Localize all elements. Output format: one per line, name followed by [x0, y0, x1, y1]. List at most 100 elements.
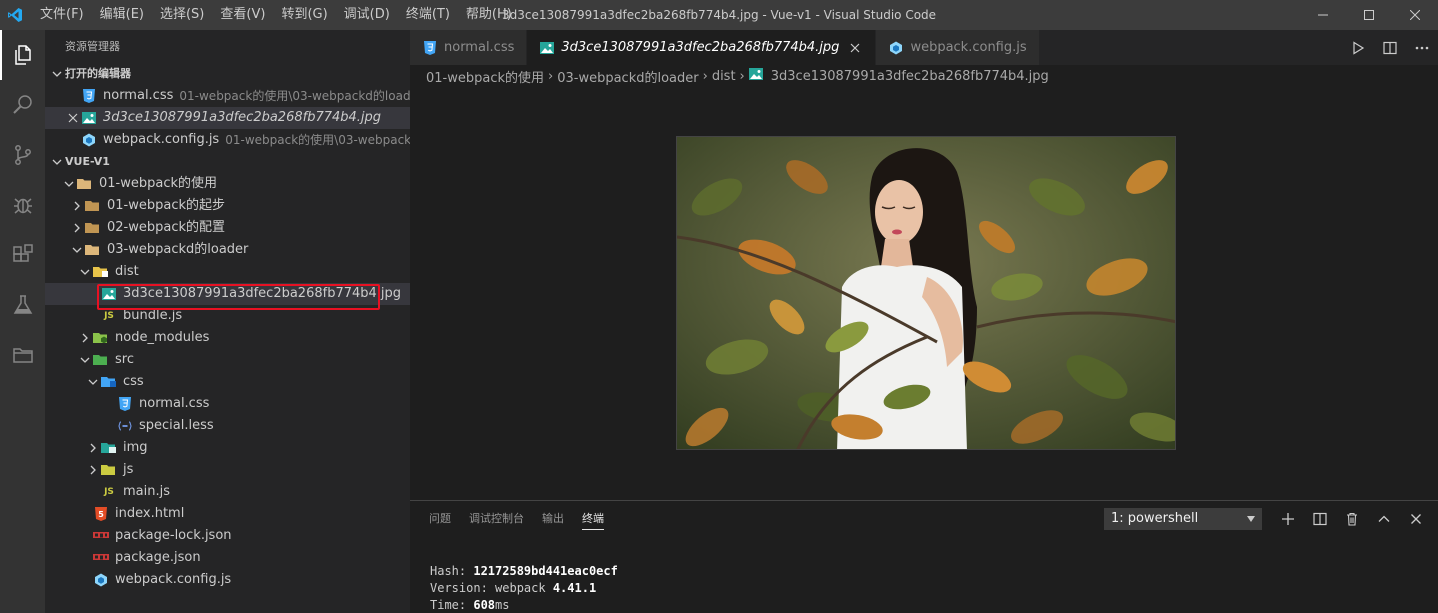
- tab-label: 输出: [542, 512, 564, 525]
- menu-go[interactable]: 转到(G): [273, 0, 335, 30]
- tab-output[interactable]: 输出: [533, 501, 573, 536]
- tree-folder-css[interactable]: css: [45, 371, 410, 393]
- img-folder-icon: [101, 440, 117, 456]
- less-file-icon: [117, 418, 133, 434]
- menu-help[interactable]: 帮助(H): [458, 0, 520, 30]
- extensions-icon[interactable]: [0, 230, 45, 280]
- js-folder-icon: [101, 462, 117, 478]
- menu-terminal[interactable]: 终端(T): [398, 0, 458, 30]
- webpack-file-icon: [93, 572, 109, 588]
- menu-bar: 文件(F) 编辑(E) 选择(S) 查看(V) 转到(G) 调试(D) 终端(T…: [32, 0, 520, 30]
- tree-label: 3d3ce13087991a3dfec2ba268fb774b4.jpg: [123, 286, 402, 301]
- html-file-icon: 5: [93, 506, 109, 522]
- source-control-icon[interactable]: [0, 130, 45, 180]
- folder-icon[interactable]: [0, 330, 45, 380]
- split-editor-icon[interactable]: [1374, 30, 1406, 65]
- open-editors-header[interactable]: 打开的编辑器: [45, 63, 410, 85]
- webpack-file-icon: [888, 40, 904, 56]
- tab-webpack-config[interactable]: webpack.config.js: [876, 30, 1040, 65]
- open-editor-name: normal.css: [103, 88, 174, 103]
- terminal-select-value: 1: powershell: [1111, 511, 1199, 526]
- tree-folder-js[interactable]: js: [45, 459, 410, 481]
- open-editor-item[interactable]: normal.css 01-webpack的使用\03-webpackd的loa…: [45, 85, 410, 107]
- breadcrumb-item[interactable]: 03-webpackd的loader: [557, 67, 698, 86]
- close-window-icon[interactable]: [1392, 0, 1438, 30]
- tab-label: 终端: [582, 512, 604, 530]
- new-terminal-icon[interactable]: [1272, 501, 1304, 536]
- terminal-select[interactable]: 1: powershell: [1104, 507, 1262, 530]
- explorer-sidebar: 资源管理器 打开的编辑器 normal.css 01-webpack的使用\03…: [45, 30, 410, 613]
- menu-selection[interactable]: 选择(S): [152, 0, 212, 30]
- terminal-value: 4.41.1: [552, 581, 597, 595]
- tab-debug-console[interactable]: 调试控制台: [460, 501, 533, 536]
- tree-file-webpack-config[interactable]: webpack.config.js: [45, 569, 410, 591]
- menu-view[interactable]: 查看(V): [212, 0, 273, 30]
- tree-file-bundle-js[interactable]: JS bundle.js: [45, 305, 410, 327]
- tab-normal-css[interactable]: normal.css: [410, 30, 528, 65]
- close-tab-icon[interactable]: [847, 43, 863, 53]
- more-actions-icon[interactable]: [1406, 30, 1438, 65]
- tree-file-jpg[interactable]: 3d3ce13087991a3dfec2ba268fb774b4.jpg: [45, 283, 410, 305]
- tab-label: normal.css: [444, 40, 515, 55]
- tree-file-normal-css[interactable]: normal.css: [45, 393, 410, 415]
- tree-folder-img[interactable]: img: [45, 437, 410, 459]
- chevron-down-icon: [49, 157, 65, 167]
- chevron-down-icon: [85, 377, 101, 387]
- chevron-right-icon: [69, 201, 85, 211]
- tree-label: 01-webpack的起步: [107, 198, 226, 213]
- tree-file-main-js[interactable]: JS main.js: [45, 481, 410, 503]
- open-editor-item[interactable]: webpack.config.js 01-webpack的使用\03-webpa…: [45, 129, 410, 151]
- explorer-icon[interactable]: [0, 30, 45, 80]
- tree-file-index-html[interactable]: 5 index.html: [45, 503, 410, 525]
- terminal-output[interactable]: Hash: 12172589bd441eac0ecf Version: webp…: [410, 536, 1438, 613]
- tab-problems[interactable]: 问题: [420, 501, 460, 536]
- tree-label: main.js: [123, 484, 170, 499]
- tree-file-package-json[interactable]: package.json: [45, 547, 410, 569]
- tree-folder-node-modules[interactable]: node_modules: [45, 327, 410, 349]
- open-editor-path: 01-webpack的使用\03-webpackd的loader\sr...: [179, 89, 410, 103]
- breadcrumb-item[interactable]: 01-webpack的使用: [426, 67, 544, 86]
- open-editor-item-active[interactable]: 3d3ce13087991a3dfec2ba268fb774b4.jpg: [45, 107, 410, 129]
- chevron-right-icon: ›: [739, 68, 745, 84]
- menu-edit[interactable]: 编辑(E): [92, 0, 152, 30]
- menu-debug[interactable]: 调试(D): [336, 0, 398, 30]
- tree-folder-webpack-usage[interactable]: 01-webpack的使用: [45, 173, 410, 195]
- breadcrumb-item[interactable]: dist: [712, 69, 736, 84]
- project-header[interactable]: VUE-V1: [45, 151, 410, 173]
- tree-file-special-less[interactable]: special.less: [45, 415, 410, 437]
- tab-jpg[interactable]: 3d3ce13087991a3dfec2ba268fb774b4.jpg: [527, 30, 877, 65]
- tree-folder-dist[interactable]: dist: [45, 261, 410, 283]
- panel-actions: 1: powershell: [1104, 501, 1432, 536]
- close-editor-icon[interactable]: [65, 113, 81, 123]
- trash-icon[interactable]: [1336, 501, 1368, 536]
- tree-folder-webpack-loader[interactable]: 03-webpackd的loader: [45, 239, 410, 261]
- css-file-icon: [117, 396, 133, 412]
- debug-icon[interactable]: [0, 180, 45, 230]
- tree-folder-src[interactable]: src: [45, 349, 410, 371]
- breadcrumb-item[interactable]: 3d3ce13087991a3dfec2ba268fb774b4.jpg: [771, 69, 1049, 84]
- test-flask-icon[interactable]: [0, 280, 45, 330]
- terminal-line: Time: 608ms: [430, 597, 1438, 613]
- run-icon[interactable]: [1342, 30, 1374, 65]
- search-icon[interactable]: [0, 80, 45, 130]
- activity-bar: [0, 30, 45, 613]
- folder-open-icon: [85, 242, 101, 258]
- tree-file-package-lock-json[interactable]: package-lock.json: [45, 525, 410, 547]
- folder-icon: [85, 220, 101, 236]
- tree-label: webpack.config.js: [115, 572, 232, 587]
- maximize-icon[interactable]: [1346, 0, 1392, 30]
- split-terminal-icon[interactable]: [1304, 501, 1336, 536]
- minimize-icon[interactable]: [1300, 0, 1346, 30]
- tree-label: package.json: [115, 550, 201, 565]
- tree-folder-webpack-start[interactable]: 01-webpack的起步: [45, 195, 410, 217]
- tree-label: css: [123, 374, 144, 389]
- tree-label: src: [115, 352, 134, 367]
- close-panel-icon[interactable]: [1400, 501, 1432, 536]
- tab-terminal[interactable]: 终端: [573, 501, 613, 536]
- tree-folder-webpack-config[interactable]: 02-webpack的配置: [45, 217, 410, 239]
- menu-file[interactable]: 文件(F): [32, 0, 92, 30]
- open-editor-name: webpack.config.js: [103, 132, 220, 147]
- chevron-up-icon[interactable]: [1368, 501, 1400, 536]
- chevron-down-icon: [77, 267, 93, 277]
- css-folder-icon: [101, 374, 117, 390]
